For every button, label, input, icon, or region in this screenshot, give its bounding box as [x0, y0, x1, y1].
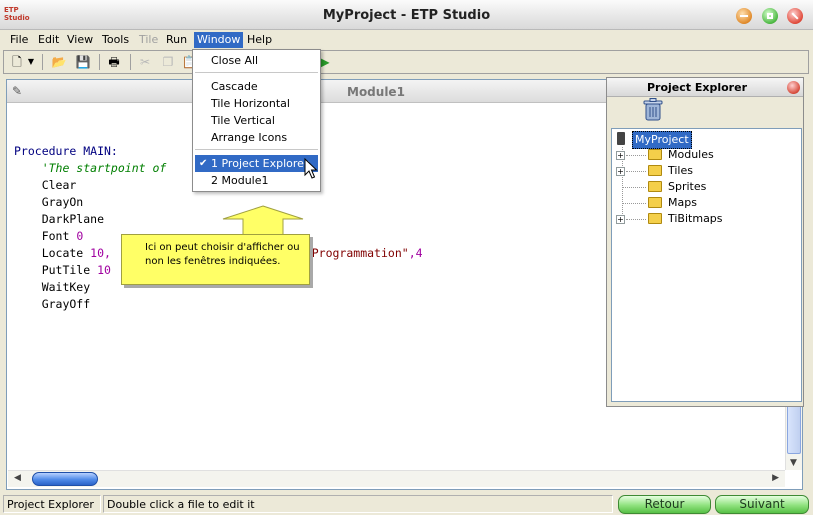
code-line: Clear — [14, 178, 77, 192]
tooltip-callout: Ici on peut choisir d'afficher ou non le… — [121, 205, 315, 287]
explorer-title: Project Explorer — [646, 81, 747, 94]
menu-item-arrange-icons[interactable]: Arrange Icons — [195, 129, 318, 146]
scroll-left-arrow-icon[interactable]: ◀ — [14, 473, 21, 483]
window-menu-dropdown: Close All Cascade Tile Horizontal Tile V… — [192, 49, 321, 192]
tree-item-sprites[interactable]: Sprites — [616, 179, 786, 195]
menu-tile[interactable]: Tile — [136, 32, 161, 48]
code-line: PutTile — [14, 263, 98, 277]
next-button[interactable]: Suivant — [715, 495, 809, 514]
explorer-header: Project Explorer — [607, 78, 803, 97]
expand-icon[interactable]: + — [616, 151, 625, 160]
menu-run[interactable]: Run — [163, 32, 190, 48]
horizontal-scrollbar[interactable]: ◀ ▶ — [8, 470, 785, 487]
close-window-button[interactable] — [787, 8, 803, 24]
toolbar: 🗋 ▼ 📂 💾 🖶 ✂ ❐ 📋 ▶ — [3, 50, 809, 74]
menu-item-cascade[interactable]: Cascade — [195, 78, 318, 95]
menu-view[interactable]: View — [64, 32, 96, 48]
vertical-scroll-thumb[interactable] — [787, 404, 801, 454]
module-icon: ✎ — [12, 84, 23, 98]
code-line: Procedure MAIN: — [14, 144, 118, 158]
folder-icon — [648, 149, 662, 160]
dropdown-arrow-icon[interactable]: ▼ — [26, 54, 36, 70]
menu-item-close-all[interactable]: Close All — [195, 52, 318, 69]
project-tree: MyProject + Modules + Tiles Sprites Maps… — [611, 128, 802, 402]
menu-help[interactable]: Help — [244, 32, 275, 48]
code-line: GrayOn — [14, 195, 84, 209]
expand-icon[interactable]: + — [616, 167, 625, 176]
folder-icon — [648, 197, 662, 208]
project-explorer-panel: Project Explorer MyProject + Modules + T… — [606, 77, 804, 407]
menu-tools[interactable]: Tools — [99, 32, 132, 48]
scroll-right-arrow-icon[interactable]: ▶ — [772, 473, 779, 483]
menu-item-label: 1 Project Explorer — [211, 157, 309, 170]
tree-item-label: Modules — [668, 148, 714, 161]
menu-edit[interactable]: Edit — [35, 32, 62, 48]
callout-arrow — [222, 205, 304, 237]
minimize-button[interactable] — [736, 8, 752, 24]
save-icon[interactable]: 💾 — [74, 54, 92, 70]
vertical-scrollbar[interactable]: ▼ — [785, 402, 802, 470]
status-panel: Project Explorer — [3, 495, 101, 513]
menu-item-module1[interactable]: 2 Module1 — [195, 172, 318, 189]
tree-item-modules[interactable]: + Modules — [616, 147, 786, 163]
menu-bar: File Edit View Tools Tile Run Window Hel… — [0, 30, 813, 49]
copy-icon[interactable]: ❐ — [159, 54, 177, 70]
code-number: 10 — [97, 263, 111, 277]
tree-root[interactable]: MyProject — [612, 131, 792, 149]
callout-text: Ici on peut choisir d'afficher ou non le… — [145, 242, 300, 267]
print-icon[interactable]: 🖶 — [105, 54, 123, 70]
menu-item-tile-vertical[interactable]: Tile Vertical — [195, 112, 318, 129]
toolbar-separator — [42, 54, 43, 70]
tree-item-label: Sprites — [668, 180, 707, 193]
maximize-button[interactable] — [762, 8, 778, 24]
code-line: Locate — [14, 246, 91, 260]
scroll-down-arrow-icon[interactable]: ▼ — [790, 458, 797, 468]
code-line: WaitKey — [14, 280, 91, 294]
tree-item-label: Tiles — [668, 164, 693, 177]
tree-item-tiles[interactable]: + Tiles — [616, 163, 786, 179]
expand-icon[interactable]: + — [616, 215, 625, 224]
code-line: Font — [14, 229, 77, 243]
menu-separator — [195, 72, 318, 73]
tree-item-tibitmaps[interactable]: + TiBitmaps — [616, 211, 786, 227]
close-explorer-button[interactable] — [787, 81, 800, 94]
trash-icon[interactable] — [643, 98, 663, 122]
menu-item-tile-horizontal[interactable]: Tile Horizontal — [195, 95, 318, 112]
code-comment: 'The startpoint of — [14, 161, 167, 175]
check-icon: ✔ — [199, 158, 208, 169]
tree-item-maps[interactable]: Maps — [616, 195, 786, 211]
tree-item-label: TiBitmaps — [668, 212, 723, 225]
calculator-icon — [617, 132, 625, 145]
status-message: Double click a file to edit it — [103, 495, 613, 513]
menu-window[interactable]: Window — [194, 32, 244, 48]
status-bar: Project Explorer Double click a file to … — [0, 493, 813, 515]
code-number: 10, — [90, 246, 111, 260]
code-number: 0 — [76, 229, 84, 243]
folder-icon — [648, 213, 662, 224]
menu-file[interactable]: File — [7, 32, 31, 48]
tree-item-label: Maps — [668, 196, 697, 209]
window-title: MyProject - ETP Studio — [322, 8, 491, 23]
back-button[interactable]: Retour — [618, 495, 711, 514]
toolbar-separator — [99, 54, 100, 70]
toolbar-separator — [130, 54, 131, 70]
folder-icon — [648, 165, 662, 176]
new-icon[interactable]: 🗋 — [8, 54, 26, 70]
horizontal-scroll-thumb[interactable] — [32, 472, 98, 486]
code-line: DarkPlane — [14, 212, 105, 226]
menu-separator — [195, 149, 318, 150]
folder-icon — [648, 181, 662, 192]
title-bar: ETP Studio MyProject - ETP Studio — [0, 0, 813, 30]
code-line: GrayOff — [14, 297, 91, 311]
editor-title: Module1 — [347, 85, 405, 99]
code-number: ,4 — [408, 246, 423, 260]
menu-item-project-explorer[interactable]: ✔ 1 Project Explorer — [195, 155, 318, 172]
mouse-cursor-icon — [304, 158, 318, 179]
cut-icon[interactable]: ✂ — [136, 54, 154, 70]
open-folder-icon[interactable]: 📂 — [50, 54, 68, 70]
